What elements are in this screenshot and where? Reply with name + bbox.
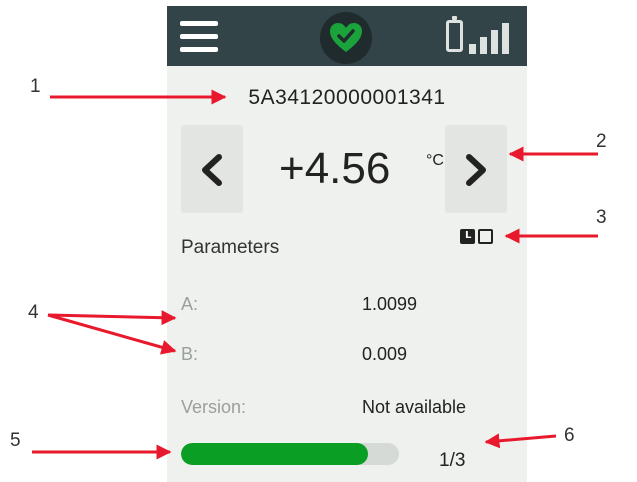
callout-number-3: 3 <box>596 207 607 228</box>
callout-arrow-4b <box>47 313 177 355</box>
callout-number-6: 6 <box>564 425 575 446</box>
callout-number-2: 2 <box>596 131 607 152</box>
callout-number-4: 4 <box>28 302 39 323</box>
callout-number-1: 1 <box>30 76 41 97</box>
callout-arrow-6 <box>484 433 557 449</box>
callout-number-5: 5 <box>10 430 21 451</box>
callout-arrows <box>32 89 598 460</box>
callout-arrow-4a <box>47 310 177 326</box>
